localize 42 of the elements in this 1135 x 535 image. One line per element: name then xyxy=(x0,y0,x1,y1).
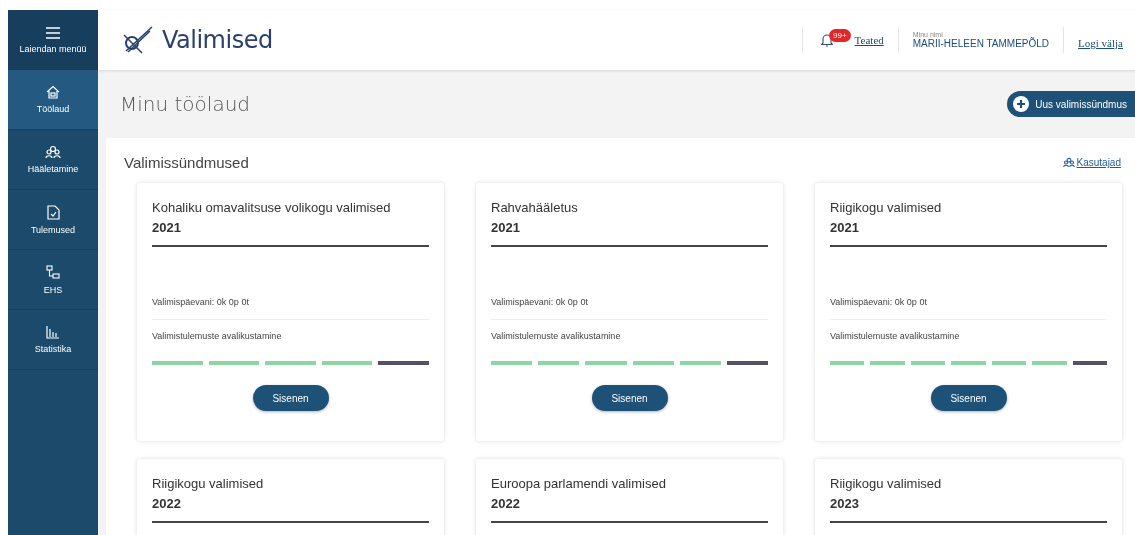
notification-count: 99+ xyxy=(829,28,851,42)
card-title: Riigikogu valimised xyxy=(830,200,943,215)
logo-text: Valimised xyxy=(162,26,273,54)
home-icon xyxy=(46,85,60,99)
card-title: Riigikogu valimised xyxy=(830,476,943,491)
enter-button[interactable]: Sisenen xyxy=(591,385,668,411)
user-name: MARII-HELEEN TAMMEPÕLD xyxy=(912,38,1050,49)
card-year: 2021 xyxy=(152,220,182,235)
menu-icon xyxy=(46,26,60,39)
bar-chart-icon xyxy=(46,325,60,339)
enter-button[interactable]: Sisenen xyxy=(252,385,329,411)
countdown-text: Valimispäevani: 0k 0p 0t xyxy=(152,297,250,307)
new-event-button[interactable]: Uus valimissündmus xyxy=(1007,91,1135,117)
users-link[interactable]: Kasutajad xyxy=(1062,157,1121,168)
card-year: 2023 xyxy=(830,496,860,511)
page-title: Minu töölaud xyxy=(120,92,251,116)
logout-link[interactable]: Logi välja xyxy=(1078,37,1123,49)
document-check-icon xyxy=(46,204,60,220)
card-title: Kohaliku omavalitsuse volikogu valimised xyxy=(152,200,392,215)
card-year: 2021 xyxy=(491,220,521,235)
card-title: Euroopa parlamendi valimised xyxy=(491,476,667,491)
countdown-text: Valimispäevani: 0k 0p 0t xyxy=(491,297,589,307)
people-icon xyxy=(1062,157,1075,168)
logo-icon xyxy=(120,25,154,55)
menu-button[interactable]: Laiendan menüü xyxy=(8,10,98,70)
phase-text: Valimistulemuste avalikustamine xyxy=(491,331,622,341)
bell-icon[interactable] xyxy=(821,33,834,47)
panel-title: Valimissündmused xyxy=(124,154,249,171)
nav-item[interactable]: Töölaud xyxy=(8,70,98,130)
card-title: Riigikogu valimised xyxy=(152,476,265,491)
notifications-link[interactable]: Teated xyxy=(854,34,884,46)
card-title: Rahvahääletus xyxy=(491,200,579,215)
network-icon xyxy=(46,264,60,280)
countdown-text: Valimispäevani: 0k 0p 0t xyxy=(830,297,928,307)
card-year: 2021 xyxy=(830,220,860,235)
people-icon xyxy=(45,145,61,159)
enter-button[interactable]: Sisenen xyxy=(930,385,1007,411)
plus-icon xyxy=(1013,96,1030,112)
card-year: 2022 xyxy=(152,496,182,511)
phase-text: Valimistulemuste avalikustamine xyxy=(830,331,961,341)
phase-text: Valimistulemuste avalikustamine xyxy=(152,331,283,341)
card-year: 2022 xyxy=(491,496,521,511)
